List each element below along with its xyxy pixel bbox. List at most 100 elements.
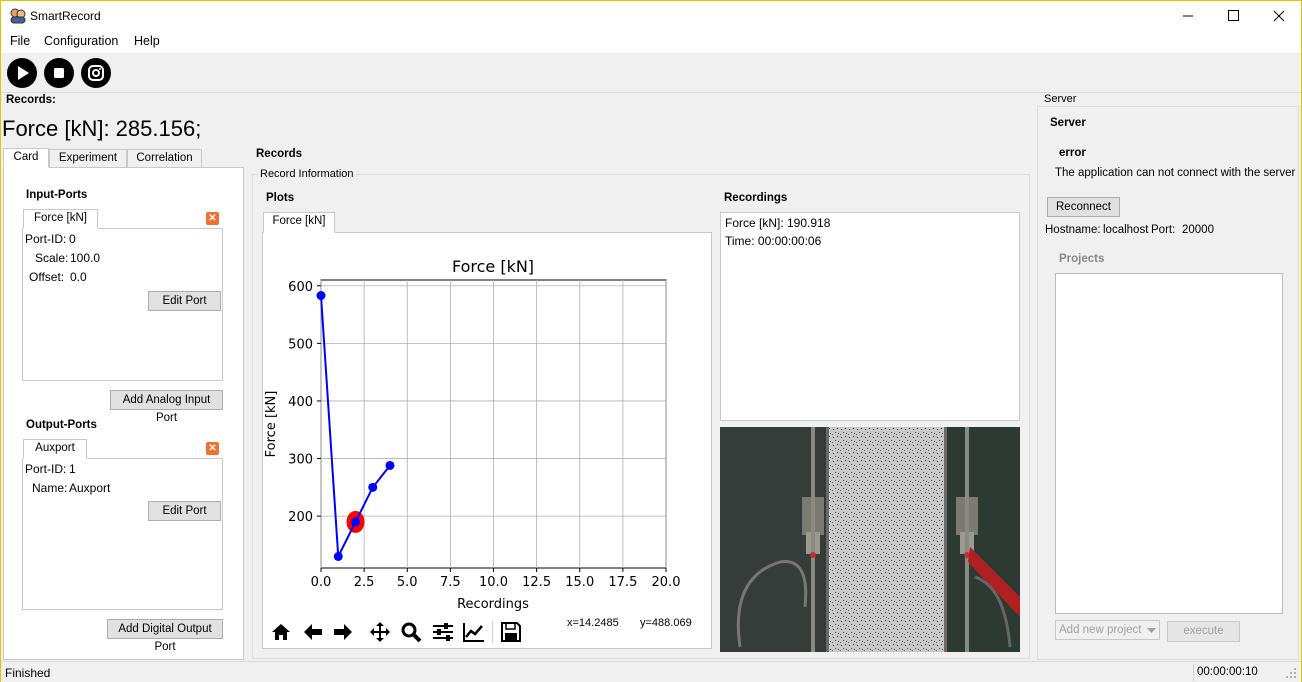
plot-toolbar-divider [492,621,493,643]
y-tick-label: 500 [288,337,313,352]
chart-ylabel: Force [kN] [264,391,279,458]
x-tick-label: 5.0 [397,575,418,590]
output-port-name-label: Name: [32,481,68,495]
menu-configuration[interactable]: Configuration [44,34,118,48]
back-arrow-icon[interactable] [302,622,324,642]
input-port-offset-label: Offset: [29,270,65,284]
x-tick-label: 20.0 [652,575,681,590]
status-bar: Finished 00:00:00:10 [1,661,1301,682]
tab-correlation[interactable]: Correlation [127,149,202,168]
add-analog-input-port-button[interactable]: Add Analog Input Port [110,390,223,424]
save-icon[interactable] [500,621,522,643]
zoom-icon[interactable] [400,621,422,643]
app-window: SmartRecord File Configuration Help Reco… [0,0,1302,682]
input-port-id-label: Port-ID: [25,232,67,246]
edit-output-port-button[interactable]: Edit Port [148,501,221,521]
y-tick-label: 600 [288,280,313,295]
camera-image [720,427,1020,652]
tab-experiment[interactable]: Experiment [49,149,127,168]
tab-input-port-force[interactable]: Force [kN] [23,209,98,229]
edit-input-port-button[interactable]: Edit Port [148,291,221,311]
x-tick-label: 17.5 [608,575,637,590]
add-digital-output-port-button[interactable]: Add Digital Output Port [107,619,223,653]
input-ports-title: Input-Ports [26,189,88,201]
maximize-button[interactable] [1211,1,1257,31]
stop-icon [54,68,64,78]
edit-axes-icon[interactable] [462,621,486,643]
app-logo-icon [10,8,26,24]
chevron-down-icon [1147,628,1156,633]
x-tick-label: 2.5 [354,575,375,590]
add-new-project-label: Add new project [1059,624,1142,636]
chart-xlabel: Recordings [457,597,529,612]
data-point [333,551,343,561]
execute-button[interactable]: execute [1167,621,1240,642]
add-new-project-select[interactable]: Add new project [1055,620,1160,640]
status-text: Finished [5,666,51,680]
status-time: 00:00:00:10 [1197,666,1258,678]
port-label: Port: [1151,224,1176,236]
cursor-x-readout: x=14.2485 [567,617,619,629]
projects-title: Projects [1059,253,1105,265]
window-title: SmartRecord [30,9,101,23]
recording-line-force: Force [kN]: 190.918 [725,216,831,230]
tab-output-port-auxport[interactable]: Auxport [23,439,87,459]
camera-icon [88,65,104,81]
force-chart[interactable]: 0.0 2.5 5.0 7.5 10.0 12.5 15.0 17.5 20.0 200 300 40… [263,233,711,613]
home-icon[interactable] [270,622,292,642]
hostname-value: localhost [1103,224,1149,236]
minimize-icon [1183,15,1193,17]
menu-file[interactable]: File [10,34,30,48]
y-tick-label: 400 [288,395,313,410]
plots-title: Plots [266,192,295,204]
close-window-button[interactable] [1256,1,1302,31]
x-tick-label: 7.5 [440,575,461,590]
plot-toolbar: x=14.2485 y=488.069 [263,613,711,648]
status-divider [1193,664,1194,681]
force-readout: Force [kN]: 285.156; [2,116,202,141]
input-port-offset: 0.0 [70,270,87,284]
tab-plot-force[interactable]: Force [kN] [263,212,335,233]
y-tick-label: 300 [288,453,313,468]
close-input-port-icon[interactable]: ✕ [206,212,219,225]
record-information-title: Record Information [258,168,356,180]
camera-button[interactable] [81,58,111,88]
maximize-icon [1228,10,1239,21]
server-group-title: Server [1042,93,1079,105]
input-port-scale-label: Scale: [35,251,69,265]
server-error-title: error [1059,147,1086,159]
stop-button[interactable] [44,58,74,88]
title-bar: SmartRecord [1,1,1301,31]
output-port-box: Port-ID: 1 Name: Auxport Edit Port [22,458,223,610]
settings-sliders-icon[interactable] [432,622,454,642]
tab-card[interactable]: Card [3,148,49,168]
cursor-y-readout: y=488.069 [640,617,692,629]
x-tick-label: 12.5 [522,575,551,590]
play-icon [18,66,29,80]
output-port-name: Auxport [69,481,111,495]
menu-bar: File Configuration Help [1,31,1301,53]
y-tick-label: 200 [288,510,313,525]
x-tick-label: 0.0 [311,575,332,590]
projects-list[interactable] [1055,273,1283,614]
data-point [316,291,326,301]
recording-line-time: Time: 00:00:00:06 [725,234,822,248]
data-point [368,482,378,492]
close-icon [1273,10,1285,22]
close-output-port-icon[interactable]: ✕ [206,442,219,455]
server-title: Server [1050,117,1086,129]
recordings-title: Recordings [724,192,788,204]
input-port-scale: 100.0 [70,251,101,265]
minimize-button[interactable] [1165,1,1211,31]
hostname-label: Hostname: [1045,224,1101,236]
recordings-list[interactable]: Force [kN]: 190.918 Time: 00:00:00:06 [720,212,1020,421]
server-error-message: The application can not connect with the… [1055,167,1296,179]
resize-grip-icon[interactable] [1285,667,1297,679]
play-button[interactable] [7,58,37,88]
menu-help[interactable]: Help [134,34,160,48]
reconnect-button[interactable]: Reconnect [1047,197,1120,217]
input-port-box: Port-ID: 0 Scale: 100.0 Offset: 0.0 Edit… [22,228,223,381]
center-records-title: Records [256,148,303,160]
forward-arrow-icon[interactable] [332,622,354,642]
pan-icon[interactable] [369,621,391,643]
